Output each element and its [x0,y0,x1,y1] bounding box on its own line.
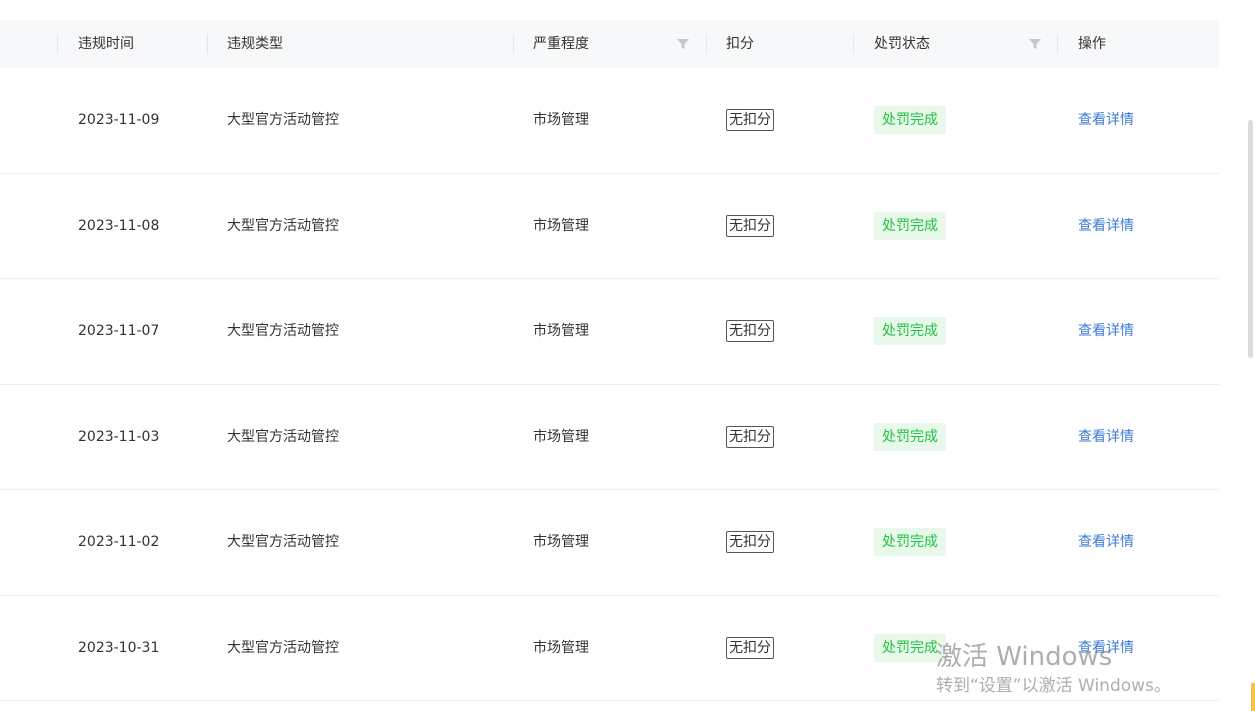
table-row: 2023-11-08 大型官方活动管控 市场管理 无扣分 处罚完成 查看详情 [0,174,1219,279]
table-row: 2023-11-03 大型官方活动管控 市场管理 无扣分 处罚完成 查看详情 [0,385,1219,490]
column-header-status: 处罚状态 [874,36,930,52]
column-separator [1057,34,1058,54]
column-separator [513,34,514,54]
deduction-badge: 无扣分 [726,214,774,237]
violation-table: 违规时间 违规类型 严重程度 扣分 处罚状态 操作 2023-11-09 大型官… [0,20,1219,701]
violation-type: 大型官方活动管控 [227,534,339,550]
severity-level: 市场管理 [533,217,589,234]
deduction-badge: 无扣分 [726,636,774,659]
deduction-badge: 无扣分 [726,320,774,342]
column-separator [706,34,707,54]
violation-type: 大型官方活动管控 [227,428,339,445]
violation-type: 大型官方活动管控 [227,639,339,656]
column-header-time: 违规时间 [78,36,134,52]
column-header-action: 操作 [1078,36,1106,52]
view-details-link[interactable]: 查看详情 [1078,68,1134,172]
column-separator [207,34,208,54]
column-header-deduction: 扣分 [726,36,754,52]
violation-time: 2023-11-09 [78,112,160,128]
severity-filter-icon[interactable] [677,38,689,50]
violation-time: 2023-11-08 [78,217,160,234]
view-details-link[interactable]: 查看详情 [1078,279,1134,383]
column-header-type: 违规类型 [227,36,283,52]
severity-level: 市场管理 [533,534,589,550]
severity-level: 市场管理 [533,323,589,339]
table-row: 2023-11-09 大型官方活动管控 市场管理 无扣分 处罚完成 查看详情 [0,68,1219,174]
view-details-link[interactable]: 查看详情 [1078,174,1134,278]
column-header-severity: 严重程度 [533,36,589,52]
severity-level: 市场管理 [533,639,589,656]
severity-level: 市场管理 [533,112,589,128]
violation-type: 大型官方活动管控 [227,112,339,128]
status-badge: 处罚完成 [874,317,946,345]
view-details-link[interactable]: 查看详情 [1078,490,1134,594]
deduction-badge: 无扣分 [726,425,774,448]
status-badge: 处罚完成 [874,633,946,662]
status-badge: 处罚完成 [874,211,946,240]
scrollbar-thumb[interactable] [1248,120,1253,358]
status-badge: 处罚完成 [874,106,946,134]
violation-type: 大型官方活动管控 [227,323,339,339]
table-row: 2023-11-07 大型官方活动管控 市场管理 无扣分 处罚完成 查看详情 [0,279,1219,385]
status-filter-icon[interactable] [1029,38,1041,50]
violation-time: 2023-11-07 [78,323,160,339]
deduction-badge: 无扣分 [726,531,774,553]
column-separator [57,34,58,54]
violation-records-page: 违规时间 违规类型 严重程度 扣分 处罚状态 操作 2023-11-09 大型官… [0,0,1255,711]
table-row: 2023-11-02 大型官方活动管控 市场管理 无扣分 处罚完成 查看详情 [0,490,1219,596]
status-badge: 处罚完成 [874,528,946,556]
view-details-link[interactable]: 查看详情 [1078,385,1134,489]
view-details-link[interactable]: 查看详情 [1078,596,1134,700]
table-header: 违规时间 违规类型 严重程度 扣分 处罚状态 操作 [0,20,1219,68]
violation-time: 2023-11-02 [78,534,160,550]
severity-level: 市场管理 [533,428,589,445]
table-body: 2023-11-09 大型官方活动管控 市场管理 无扣分 处罚完成 查看详情 2… [0,68,1219,701]
corner-indicator [1251,683,1255,711]
column-separator [853,34,854,54]
deduction-badge: 无扣分 [726,109,774,131]
violation-time: 2023-10-31 [78,639,160,656]
violation-type: 大型官方活动管控 [227,217,339,234]
vertical-scrollbar[interactable] [1246,0,1255,711]
violation-time: 2023-11-03 [78,428,160,445]
table-row: 2023-10-31 大型官方活动管控 市场管理 无扣分 处罚完成 查看详情 [0,596,1219,701]
status-badge: 处罚完成 [874,422,946,451]
